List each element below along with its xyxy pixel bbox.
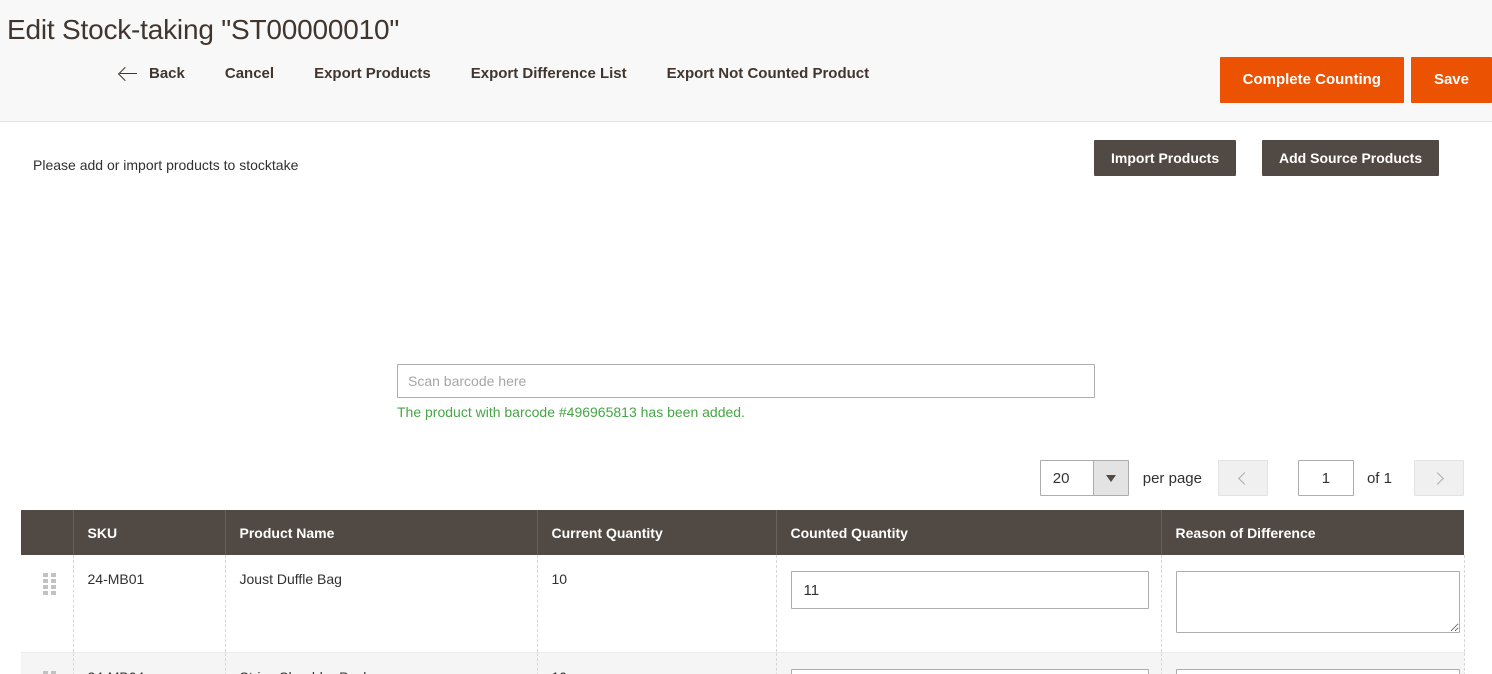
counted-quantity-input[interactable]: [790, 669, 1149, 674]
next-page-button[interactable]: [1414, 460, 1464, 496]
stocktake-toolbar: Please add or import products to stockta…: [0, 122, 1492, 194]
page-number-input[interactable]: [1297, 460, 1354, 496]
chevron-right-icon: [1431, 471, 1444, 485]
arrow-left-icon: [120, 67, 138, 81]
previous-page-button[interactable]: [1217, 460, 1268, 496]
export-difference-list-button[interactable]: Export Difference List: [471, 57, 627, 90]
row-counted-quantity-cell: [776, 555, 1162, 653]
row-product-name: Strive Shoulder Pack: [225, 652, 538, 674]
barcode-scan-area: The product with barcode #496965813 has …: [397, 364, 1095, 420]
column-header-product-name: Product Name: [225, 510, 538, 555]
column-header-reason-of-difference: Reason of Difference: [1161, 510, 1464, 555]
save-button[interactable]: Save: [1410, 57, 1492, 103]
products-table: SKU Product Name Current Quantity Counte…: [21, 510, 1465, 674]
stocktake-hint: Please add or import products to stockta…: [33, 157, 299, 173]
table-row: 24-MB04 Strive Shoulder Pack 10: [21, 652, 1465, 674]
column-header-handle: [21, 510, 74, 555]
export-not-counted-product-button[interactable]: Export Not Counted Product: [667, 57, 870, 90]
page-total-label: of 1: [1366, 469, 1392, 487]
cancel-button[interactable]: Cancel: [225, 57, 274, 90]
barcode-input[interactable]: [397, 364, 1095, 398]
drag-handle-icon[interactable]: [43, 573, 56, 595]
stocktake-products-grid: SKU Product Name Current Quantity Counte…: [21, 510, 1465, 674]
back-button[interactable]: Back: [120, 57, 185, 90]
column-header-sku: SKU: [73, 510, 226, 555]
add-source-products-button[interactable]: Add Source Products: [1262, 140, 1440, 176]
pagination-controls: 20 per page of 1: [1039, 460, 1464, 496]
row-counted-quantity-cell: [776, 652, 1162, 674]
row-sku: 24-MB01: [73, 555, 226, 653]
column-header-counted-quantity: Counted Quantity: [776, 510, 1162, 555]
per-page-select[interactable]: 20: [1039, 460, 1129, 496]
page-title: Edit Stock-taking "ST00000010": [7, 14, 400, 45]
import-products-button[interactable]: Import Products: [1094, 140, 1237, 176]
per-page-value: 20: [1040, 461, 1093, 495]
row-reason-cell: [1161, 555, 1465, 653]
barcode-success-message: The product with barcode #496965813 has …: [397, 404, 745, 420]
table-header-row: SKU Product Name Current Quantity Counte…: [21, 510, 1464, 555]
chevron-down-icon: [1105, 474, 1116, 482]
row-sku: 24-MB04: [73, 652, 226, 674]
row-reason-cell: [1161, 652, 1465, 674]
per-page-dropdown-toggle[interactable]: [1092, 461, 1128, 495]
row-handle-cell: [21, 652, 74, 674]
row-handle-cell: [21, 555, 74, 653]
back-button-label: Back: [149, 65, 185, 82]
row-current-quantity: 10: [537, 652, 777, 674]
counted-quantity-input[interactable]: [790, 571, 1149, 609]
row-product-name: Joust Duffle Bag: [225, 555, 538, 653]
export-products-button[interactable]: Export Products: [314, 57, 431, 90]
complete-counting-button[interactable]: Complete Counting: [1219, 57, 1404, 103]
per-page-label: per page: [1142, 469, 1202, 487]
page-header: Edit Stock-taking "ST00000010" Back Canc…: [0, 0, 1492, 122]
reason-of-difference-textarea[interactable]: [1175, 669, 1460, 674]
column-header-current-quantity: Current Quantity: [537, 510, 777, 555]
chevron-left-icon: [1238, 471, 1251, 485]
row-current-quantity: 10: [537, 555, 777, 653]
header-action-bar: Back Cancel Export Products Export Diffe…: [120, 57, 1492, 112]
reason-of-difference-textarea[interactable]: [1175, 571, 1460, 633]
table-row: 24-MB01 Joust Duffle Bag 10: [21, 555, 1465, 653]
